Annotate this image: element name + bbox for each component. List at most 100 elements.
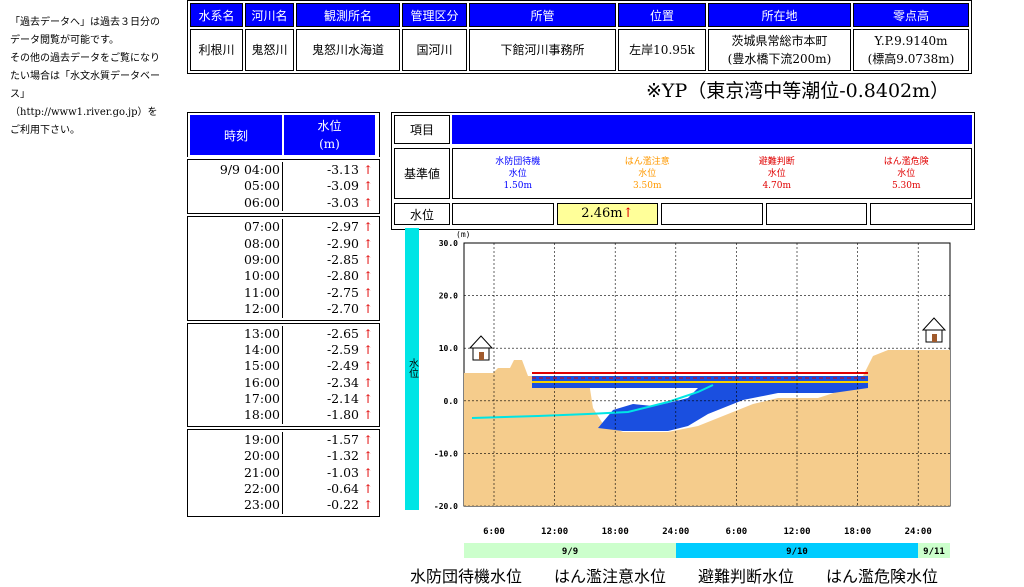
level-header-unit: (m) bbox=[319, 137, 340, 151]
current-level-cell: 2.46m↑ bbox=[556, 203, 659, 225]
x-tick-label: 6:00 bbox=[726, 527, 748, 537]
hour-level: -2.90 bbox=[326, 235, 359, 251]
date-label: 9/9 bbox=[562, 547, 578, 557]
standard-levels: 水防団待機 水位 1.50m はん濫注意 水位 3.50m 避難判断 水位 4.… bbox=[452, 148, 972, 199]
hour-time: 23:00 bbox=[190, 497, 283, 514]
x-tick-label: 12:00 bbox=[541, 527, 568, 537]
hour-time: 11:00 bbox=[190, 284, 283, 302]
rising-arrow: ↑ bbox=[363, 465, 374, 480]
rising-arrow: ↑ bbox=[363, 408, 374, 423]
y-axis-label: 水位 bbox=[407, 358, 419, 378]
hour-level: -2.59 bbox=[326, 341, 359, 357]
cross-section-chart: 水位 (m) 30.0 20.0 10.0 0.0 -10.0 -20.0 6:00 12:… bbox=[405, 228, 951, 558]
caution-level: はん濫注意 水位 3.50m bbox=[583, 156, 713, 192]
hourly-row: 17:00 -2.14 ↑ bbox=[190, 391, 377, 408]
hourly-row: 13:00 -2.65 ↑ bbox=[190, 325, 377, 342]
note-line: その他の過去データをご覧になり bbox=[10, 53, 160, 64]
datum-line: (標高9.0738m) bbox=[867, 52, 955, 66]
hourly-group: 19:00 -1.57 ↑ 20:00 -1.32 ↑ 21:00 -1.03 ↑ 22:00 -0… bbox=[187, 428, 380, 517]
hour-level: -2.80 bbox=[326, 268, 359, 284]
header-river-system: 水系名 bbox=[190, 3, 243, 27]
hour-time: 12:00 bbox=[190, 301, 283, 318]
note-line: （http://www1.river.go.jp）を bbox=[10, 107, 158, 118]
hourly-table-header: 時刻 水位 (m) bbox=[187, 112, 380, 157]
standard-level-table: 項目 基準値 水防団待機 水位 1.50m はん濫注意 水位 3.50m 避難判… bbox=[391, 112, 975, 230]
level-value: 4.70m bbox=[762, 180, 792, 191]
level-name: はん濫注意 bbox=[624, 156, 670, 167]
hour-time: 18:00 bbox=[190, 407, 283, 424]
rising-arrow: ↑ bbox=[363, 269, 374, 284]
hour-level: -3.03 bbox=[326, 194, 359, 210]
hour-level: -2.97 bbox=[326, 219, 359, 235]
rising-arrow: ↑ bbox=[363, 342, 374, 357]
item-header-bar bbox=[452, 115, 972, 144]
hourly-group: 9/9 04:00 -3.13 ↑ 05:00 -3.09 ↑ 06:00 -3.03 ↑ bbox=[187, 159, 380, 215]
datum-line: Y.P.9.9140m bbox=[874, 34, 948, 48]
hour-level: -2.34 bbox=[326, 374, 359, 390]
note-line: ご利用下さい。 bbox=[10, 125, 80, 136]
management-value: 国河川 bbox=[402, 29, 467, 71]
level-column-header: 水位 (m) bbox=[284, 115, 375, 155]
hour-level: -2.75 bbox=[326, 284, 359, 300]
date-label: 9/10 bbox=[786, 547, 808, 557]
header-river: 河川名 bbox=[245, 3, 294, 27]
rising-arrow: ↑ bbox=[363, 375, 374, 390]
hour-time: 16:00 bbox=[190, 374, 283, 392]
rising-arrow: ↑ bbox=[363, 163, 374, 177]
hourly-row: 09:00 -2.85 ↑ bbox=[190, 251, 377, 269]
hourly-row: 21:00 -1.03 ↑ bbox=[190, 464, 377, 482]
hour-level: -1.32 bbox=[326, 448, 359, 464]
header-location: 所在地 bbox=[708, 3, 851, 27]
level-sub: 水位 bbox=[638, 168, 657, 179]
x-tick-label: 18:00 bbox=[602, 527, 629, 537]
hour-time: 21:00 bbox=[190, 464, 283, 482]
river-system-value: 利根川 bbox=[190, 29, 243, 71]
item-label: 項目 bbox=[394, 115, 450, 144]
level-name: はん濫危険 bbox=[883, 156, 929, 167]
hourly-row: 07:00 -2.97 ↑ bbox=[190, 219, 377, 236]
rising-arrow: ↑ bbox=[363, 302, 374, 317]
station-info-table: 水系名 河川名 観測所名 管理区分 所管 位置 所在地 零点高 利根川 鬼怒川 … bbox=[187, 0, 972, 74]
hour-level: -2.85 bbox=[326, 251, 359, 267]
level-cell bbox=[452, 203, 554, 225]
rising-arrow: ↑ bbox=[363, 195, 374, 210]
rising-arrow: ↑ bbox=[363, 285, 374, 300]
rising-arrow: ↑ bbox=[363, 359, 374, 374]
rising-arrow: ↑ bbox=[363, 432, 374, 447]
level-cell bbox=[765, 203, 868, 225]
hourly-row: 20:00 -1.32 ↑ bbox=[190, 448, 377, 465]
hourly-row: 15:00 -2.49 ↑ bbox=[190, 358, 377, 375]
rising-arrow: ↑ bbox=[363, 392, 374, 407]
hour-time: 9/9 04:00 bbox=[190, 162, 283, 179]
level-sub: 水位 bbox=[897, 168, 916, 179]
hour-level: -1.03 bbox=[326, 464, 359, 480]
hour-time: 05:00 bbox=[190, 178, 283, 195]
y-ticks: 30.0 20.0 10.0 0.0 -10.0 -20.0 bbox=[434, 239, 458, 511]
y-unit: (m) bbox=[456, 230, 470, 239]
hourly-row: 19:00 -1.57 ↑ bbox=[190, 431, 377, 449]
x-tick-label: 6:00 bbox=[483, 527, 505, 537]
rising-arrow: ↑ bbox=[363, 236, 374, 251]
hour-time: 10:00 bbox=[190, 268, 283, 285]
hourly-row: 12:00 -2.70 ↑ bbox=[190, 301, 377, 318]
time-column-header: 時刻 bbox=[190, 115, 282, 155]
rising-arrow: ↑ bbox=[363, 482, 374, 497]
level-name: 水防団待機 bbox=[495, 156, 541, 167]
note-line: データ閲覧が可能です。 bbox=[10, 35, 119, 46]
rising-arrow: ↑ bbox=[363, 179, 374, 194]
hourly-row: 9/9 04:00 -3.13 ↑ bbox=[190, 162, 377, 179]
hourly-rows: 9/9 04:00 -3.13 ↑ 05:00 -3.09 ↑ 06:00 -3.03 ↑ 07:… bbox=[187, 159, 380, 517]
level-cell bbox=[870, 203, 972, 225]
hourly-row: 16:00 -2.34 ↑ bbox=[190, 374, 377, 392]
level-sub: 水位 bbox=[767, 168, 786, 179]
position-value: 左岸10.95k bbox=[618, 29, 706, 71]
hour-time: 22:00 bbox=[190, 481, 283, 498]
note-line: 「過去データへ」は過去３日分の bbox=[10, 17, 160, 28]
hourly-group: 13:00 -2.65 ↑ 14:00 -2.59 ↑ 15:00 -2.49 ↑ 16:00 -2… bbox=[187, 322, 380, 427]
level-row-label: 水位 bbox=[394, 203, 450, 225]
level-name: 避難判断 bbox=[758, 156, 795, 167]
office-value: 下館河川事務所 bbox=[469, 29, 616, 71]
level-cells: 2.46m↑ bbox=[452, 203, 972, 225]
danger-level: はん濫危険 水位 5.30m bbox=[842, 156, 972, 192]
x-tick-label: 12:00 bbox=[783, 527, 810, 537]
